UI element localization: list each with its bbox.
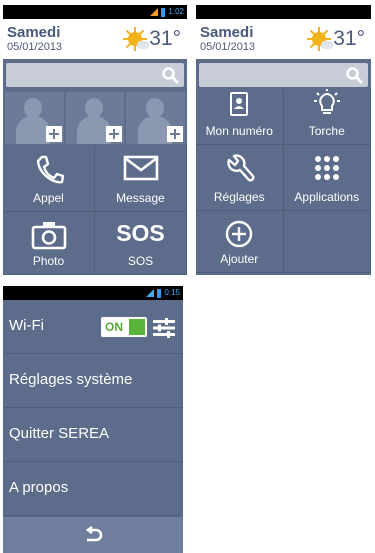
sun-cloud-icon xyxy=(307,27,334,51)
tile-label: Réglages xyxy=(213,190,265,204)
signal-icon xyxy=(150,8,159,16)
tile-label: SOS xyxy=(127,254,154,268)
date-label: 05/01/2013 xyxy=(7,41,63,53)
wrench-icon xyxy=(227,154,255,182)
menu-item-a-propos[interactable]: A propos xyxy=(3,462,183,516)
status-clock: 0:15 xyxy=(164,288,180,297)
sun-cloud-icon xyxy=(123,27,150,51)
tile-sos[interactable]: SOS SOS xyxy=(95,212,187,275)
home-screen: 1:02 Samedi 05/01/2013 31° Appel Message… xyxy=(3,5,187,275)
search-icon[interactable] xyxy=(161,66,179,84)
date-label: 05/01/2013 xyxy=(200,41,256,53)
camera-icon xyxy=(31,222,66,250)
status-clock: 1:02 xyxy=(168,7,184,16)
lightbulb-icon xyxy=(313,89,340,114)
menu-item-quitter-serea[interactable]: Quitter SEREA xyxy=(3,408,183,462)
settings-menu-screen: 0:15 Wi-Fi ON Réglages système Quitter S… xyxy=(3,286,183,553)
apps-tiles: Mon numéro Torche Réglages Applications … xyxy=(196,89,371,273)
status-bar: 0:15 xyxy=(3,286,183,300)
tile-label: Torche xyxy=(308,124,345,138)
add-contact-slot[interactable] xyxy=(126,92,186,144)
tile-ajouter[interactable]: Ajouter xyxy=(196,211,284,273)
toggle-knob xyxy=(129,319,145,335)
plus-icon xyxy=(167,126,184,142)
day-label: Samedi xyxy=(7,24,61,41)
tile-label: Message xyxy=(116,191,165,205)
bottom-bar xyxy=(3,517,183,553)
signal-icon xyxy=(146,289,155,297)
search-icon[interactable] xyxy=(345,66,363,84)
contact-card-icon xyxy=(230,92,249,116)
tile-label: Applications xyxy=(294,190,360,204)
menu-item-label: A propos xyxy=(9,479,69,496)
home-tiles: Appel Message Photo SOS SOS xyxy=(3,146,187,275)
menu-item-label: Réglages système xyxy=(9,371,133,388)
sos-icon: SOS xyxy=(116,220,165,246)
menu-item-reglages-systeme[interactable]: Réglages système xyxy=(3,354,183,408)
tile-torche[interactable]: Torche xyxy=(283,89,371,145)
search-bar[interactable] xyxy=(6,63,184,87)
temperature-label: 31° xyxy=(333,27,365,50)
menu-item-label: Quitter SEREA xyxy=(9,425,110,442)
back-icon[interactable] xyxy=(83,526,103,544)
day-label: Samedi xyxy=(200,24,254,41)
menu-item-wifi[interactable]: Wi-Fi ON xyxy=(3,300,183,354)
plus-circle-icon xyxy=(226,220,253,248)
tile-applications[interactable]: Applications xyxy=(283,145,371,211)
tile-label: Ajouter xyxy=(220,252,259,266)
tile-appel[interactable]: Appel xyxy=(3,146,95,212)
apps-screen: Samedi 05/01/2013 31° Mon numéro Torche … xyxy=(196,5,371,275)
empty-tile xyxy=(283,211,371,273)
date-weather-header: Samedi 05/01/2013 31° xyxy=(3,19,187,59)
menu-item-label: Wi-Fi xyxy=(9,317,44,334)
tile-message[interactable]: Message xyxy=(95,146,187,212)
tile-label: Mon numéro xyxy=(205,124,273,138)
status-bar: 1:02 xyxy=(3,5,187,19)
envelope-icon xyxy=(123,155,158,181)
add-contact-slot[interactable] xyxy=(5,92,64,144)
sliders-icon[interactable] xyxy=(153,318,175,338)
status-bar xyxy=(196,5,371,19)
search-bar[interactable] xyxy=(199,63,368,87)
tile-mon-numero[interactable]: Mon numéro xyxy=(196,89,284,145)
phone-icon xyxy=(36,155,64,184)
add-contact-slot[interactable] xyxy=(65,92,125,144)
grid-dots-icon xyxy=(314,156,339,180)
tile-label: Photo xyxy=(32,254,65,268)
plus-icon xyxy=(45,126,62,142)
plus-icon xyxy=(106,126,123,142)
temperature-label: 31° xyxy=(149,27,181,50)
favorite-contacts xyxy=(3,92,187,144)
battery-icon xyxy=(161,7,166,17)
date-weather-header: Samedi 05/01/2013 31° xyxy=(196,19,371,59)
tile-reglages[interactable]: Réglages xyxy=(196,145,284,211)
wifi-toggle[interactable]: ON xyxy=(101,317,147,337)
toggle-state: ON xyxy=(105,320,123,334)
battery-icon xyxy=(157,288,162,298)
tile-label: Appel xyxy=(33,191,64,205)
tile-photo[interactable]: Photo xyxy=(3,212,95,275)
